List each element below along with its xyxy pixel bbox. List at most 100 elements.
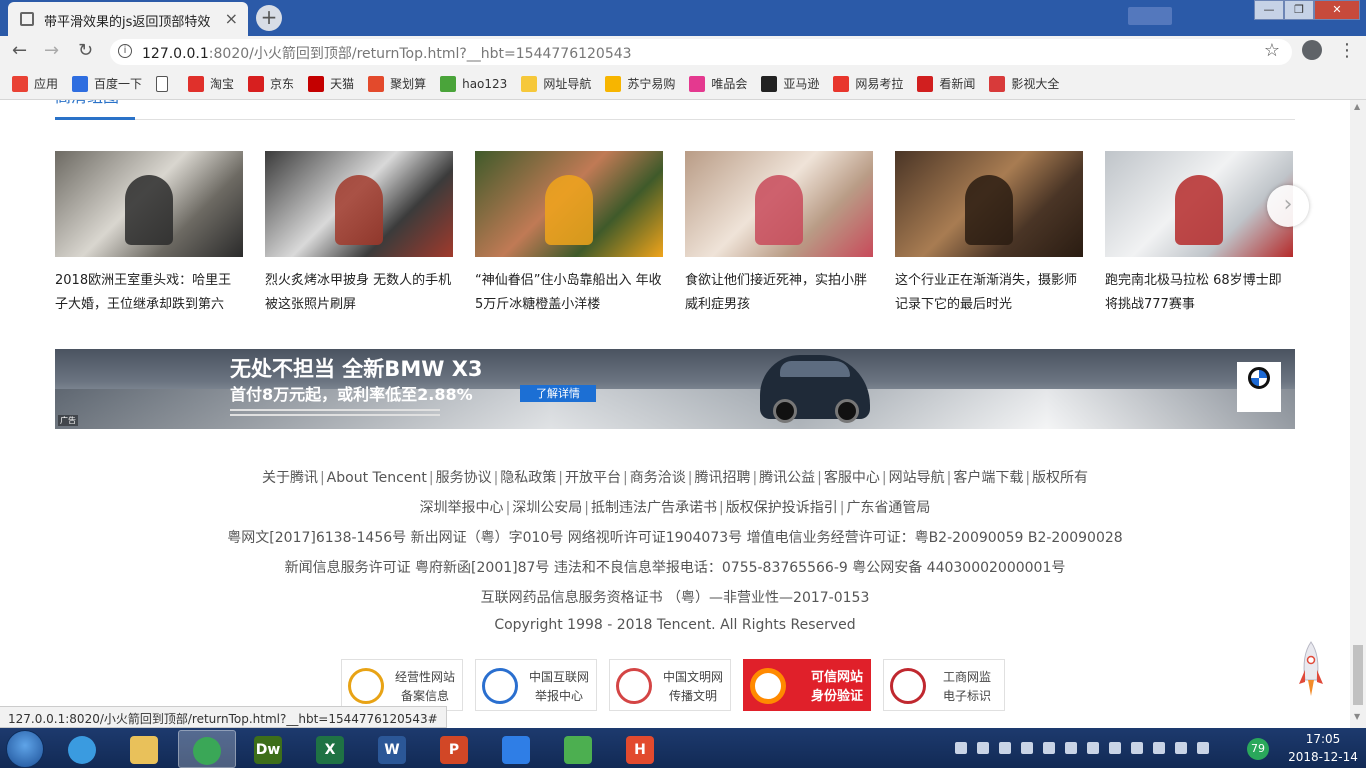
taskbar-app-button[interactable]: W [364, 730, 422, 768]
gallery-card-title[interactable]: 这个行业正在渐渐消失，摄影师记录下它的最后时光 [895, 269, 1083, 317]
scroll-up-arrow-icon[interactable]: ▲ [1354, 102, 1360, 111]
gallery-photo[interactable] [895, 151, 1083, 257]
browser-tab[interactable]: 带平滑效果的js返回顶部特效 × [8, 2, 248, 36]
bookmark-item[interactable]: 京东 [248, 75, 294, 92]
browser-menu-icon[interactable]: ⋮ [1338, 40, 1356, 61]
bookmark-item[interactable]: 亚马逊 [761, 75, 819, 92]
bmw-ad-banner[interactable]: 无处不担当 全新BMW X3 首付8万元起，或利率低至2.88% 了解详情 广告 [55, 349, 1295, 429]
chat-icon[interactable] [1021, 742, 1033, 754]
forward-button[interactable]: → [44, 40, 59, 61]
gallery-photo[interactable] [685, 151, 873, 257]
gallery-card[interactable]: “神仙眷侣”住小岛靠船出入 年收5万斤冰糖橙盖小洋楼 [475, 151, 663, 317]
gallery-photo[interactable] [55, 151, 243, 257]
globe-icon[interactable] [1043, 742, 1055, 754]
taskbar-app-button[interactable] [488, 730, 546, 768]
site-info-icon[interactable]: i [118, 44, 132, 58]
footer-link[interactable]: 版权所有 [1032, 470, 1088, 486]
bluetooth-icon[interactable] [1065, 742, 1077, 754]
footer-link[interactable]: 隐私政策 [500, 470, 556, 486]
gallery-card-title[interactable]: 烈火炙烤冰甲披身 无数人的手机被这张照片刷屏 [265, 269, 453, 317]
bookmark-item[interactable]: hao123 [440, 75, 507, 92]
page-scrollbar[interactable]: ▲ ▼ [1350, 100, 1366, 728]
back-to-top-rocket-icon[interactable] [1298, 640, 1324, 700]
footer-link[interactable]: 广东省通管局 [846, 500, 930, 516]
printer-icon[interactable] [1131, 742, 1143, 754]
taskbar-app-button[interactable] [550, 730, 608, 768]
scroll-down-arrow-icon[interactable]: ▼ [1354, 712, 1360, 721]
footer-link[interactable]: 抵制违法广告承诺书 [591, 500, 717, 516]
footer-link[interactable]: 版权保护投诉指引 [726, 500, 838, 516]
bookmark-item[interactable]: 聚划算 [368, 75, 426, 92]
gallery-card-title[interactable]: “神仙眷侣”住小岛靠船出入 年收5万斤冰糖橙盖小洋楼 [475, 269, 663, 317]
scroll-thumb[interactable] [1353, 645, 1363, 705]
gallery-card[interactable]: 2018欧洲王室重头戏：哈里王子大婚，王位继承却跌到第六 [55, 151, 243, 317]
network-icon[interactable] [1175, 742, 1187, 754]
footer-link[interactable]: 深圳公安局 [512, 500, 582, 516]
bookmark-item[interactable]: 天猫 [308, 75, 354, 92]
bookmark-item[interactable]: 应用 [12, 75, 58, 92]
taskbar-app-button[interactable]: P [426, 730, 484, 768]
update-icon[interactable] [1197, 742, 1209, 754]
bookmark-item[interactable]: 唯品会 [689, 75, 747, 92]
wps-icon[interactable] [999, 742, 1011, 754]
gallery-photo[interactable] [1105, 151, 1293, 257]
footer-link[interactable]: 商务洽谈 [630, 470, 686, 486]
monitor-icon[interactable] [1109, 742, 1121, 754]
volume-icon[interactable] [1087, 742, 1099, 754]
certification-badge[interactable]: 中国互联网 举报中心 [475, 659, 597, 711]
certification-badge[interactable]: 经营性网站 备案信息 [341, 659, 463, 711]
system-clock[interactable]: 17:05 2018-12-14 [1284, 730, 1362, 766]
footer-link[interactable]: About Tencent [327, 470, 427, 486]
gallery-card-title[interactable]: 2018欧洲王室重头戏：哈里王子大婚，王位继承却跌到第六 [55, 269, 243, 317]
bookmark-star-icon[interactable]: ☆ [1264, 40, 1280, 61]
footer-link[interactable]: 客户端下载 [953, 470, 1023, 486]
certification-badge[interactable]: 可信网站 身份验证 [743, 659, 871, 711]
maximize-button[interactable]: ❐ [1284, 0, 1314, 20]
footer-link[interactable]: 开放平台 [565, 470, 621, 486]
ad-learn-more-button[interactable]: 了解详情 [520, 385, 596, 402]
taskbar-app-button[interactable]: X [302, 730, 360, 768]
keyboard-icon[interactable] [955, 742, 967, 754]
new-tab-button[interactable]: + [256, 5, 282, 31]
gallery-card-title[interactable]: 跑完南北极马拉松 68岁博士即将挑战777赛事 [1105, 269, 1293, 317]
gallery-card[interactable]: 这个行业正在渐渐消失，摄影师记录下它的最后时光 [895, 151, 1083, 317]
taskbar-app-button[interactable]: Dw [240, 730, 298, 768]
footer-link[interactable]: 关于腾讯 [262, 470, 318, 486]
gallery-card-title[interactable]: 食欲让他们接近死神，实拍小胖威利症男孩 [685, 269, 873, 317]
bookmark-item[interactable]: 百度一下 [72, 75, 142, 92]
carousel-next-button[interactable]: › [1267, 185, 1309, 227]
bookmark-item[interactable]: 淘宝 [188, 75, 234, 92]
bookmark-item[interactable]: 网易考拉 [833, 75, 903, 92]
bookmark-item[interactable] [156, 75, 174, 92]
close-window-button[interactable]: ✕ [1314, 0, 1360, 20]
footer-link[interactable]: 腾讯招聘 [694, 470, 750, 486]
gallery-card[interactable]: 跑完南北极马拉松 68岁博士即将挑战777赛事 [1105, 151, 1293, 317]
back-button[interactable]: ← [12, 40, 27, 61]
taskbar-app-button[interactable]: H [612, 730, 670, 768]
reload-button[interactable]: ↻ [78, 40, 93, 61]
footer-link[interactable]: 客服中心 [824, 470, 880, 486]
gallery-photo[interactable] [475, 151, 663, 257]
gallery-card[interactable]: 烈火炙烤冰甲披身 无数人的手机被这张照片刷屏 [265, 151, 453, 317]
tab-close-icon[interactable]: × [225, 9, 238, 28]
bookmark-item[interactable]: 苏宁易购 [605, 75, 675, 92]
tray-counter-badge[interactable]: 79 [1247, 738, 1269, 760]
bookmark-item[interactable]: 看新闻 [917, 75, 975, 92]
bookmark-item[interactable]: 影视大全 [989, 75, 1059, 92]
footer-link[interactable]: 深圳举报中心 [420, 500, 504, 516]
start-button[interactable] [6, 730, 44, 768]
url-text[interactable]: 127.0.0.1:8020/小火箭回到顶部/returnTop.html?__… [142, 43, 632, 63]
gallery-card[interactable]: 食欲让他们接近死神，实拍小胖威利症男孩 [685, 151, 873, 317]
minimize-button[interactable]: — [1254, 0, 1284, 20]
account-avatar-icon[interactable] [1302, 40, 1322, 60]
taskbar-app-button[interactable] [178, 730, 236, 768]
gallery-photo[interactable] [265, 151, 453, 257]
bookmark-item[interactable]: 网址导航 [521, 75, 591, 92]
footer-link[interactable]: 网站导航 [889, 470, 945, 486]
certification-badge[interactable]: 中国文明网 传播文明 [609, 659, 731, 711]
footer-link[interactable]: 服务协议 [436, 470, 492, 486]
certification-badge[interactable]: 工商网监 电子标识 [883, 659, 1005, 711]
taskbar-app-button[interactable] [54, 730, 112, 768]
footer-link[interactable]: 腾讯公益 [759, 470, 815, 486]
qq-icon[interactable] [1153, 742, 1165, 754]
